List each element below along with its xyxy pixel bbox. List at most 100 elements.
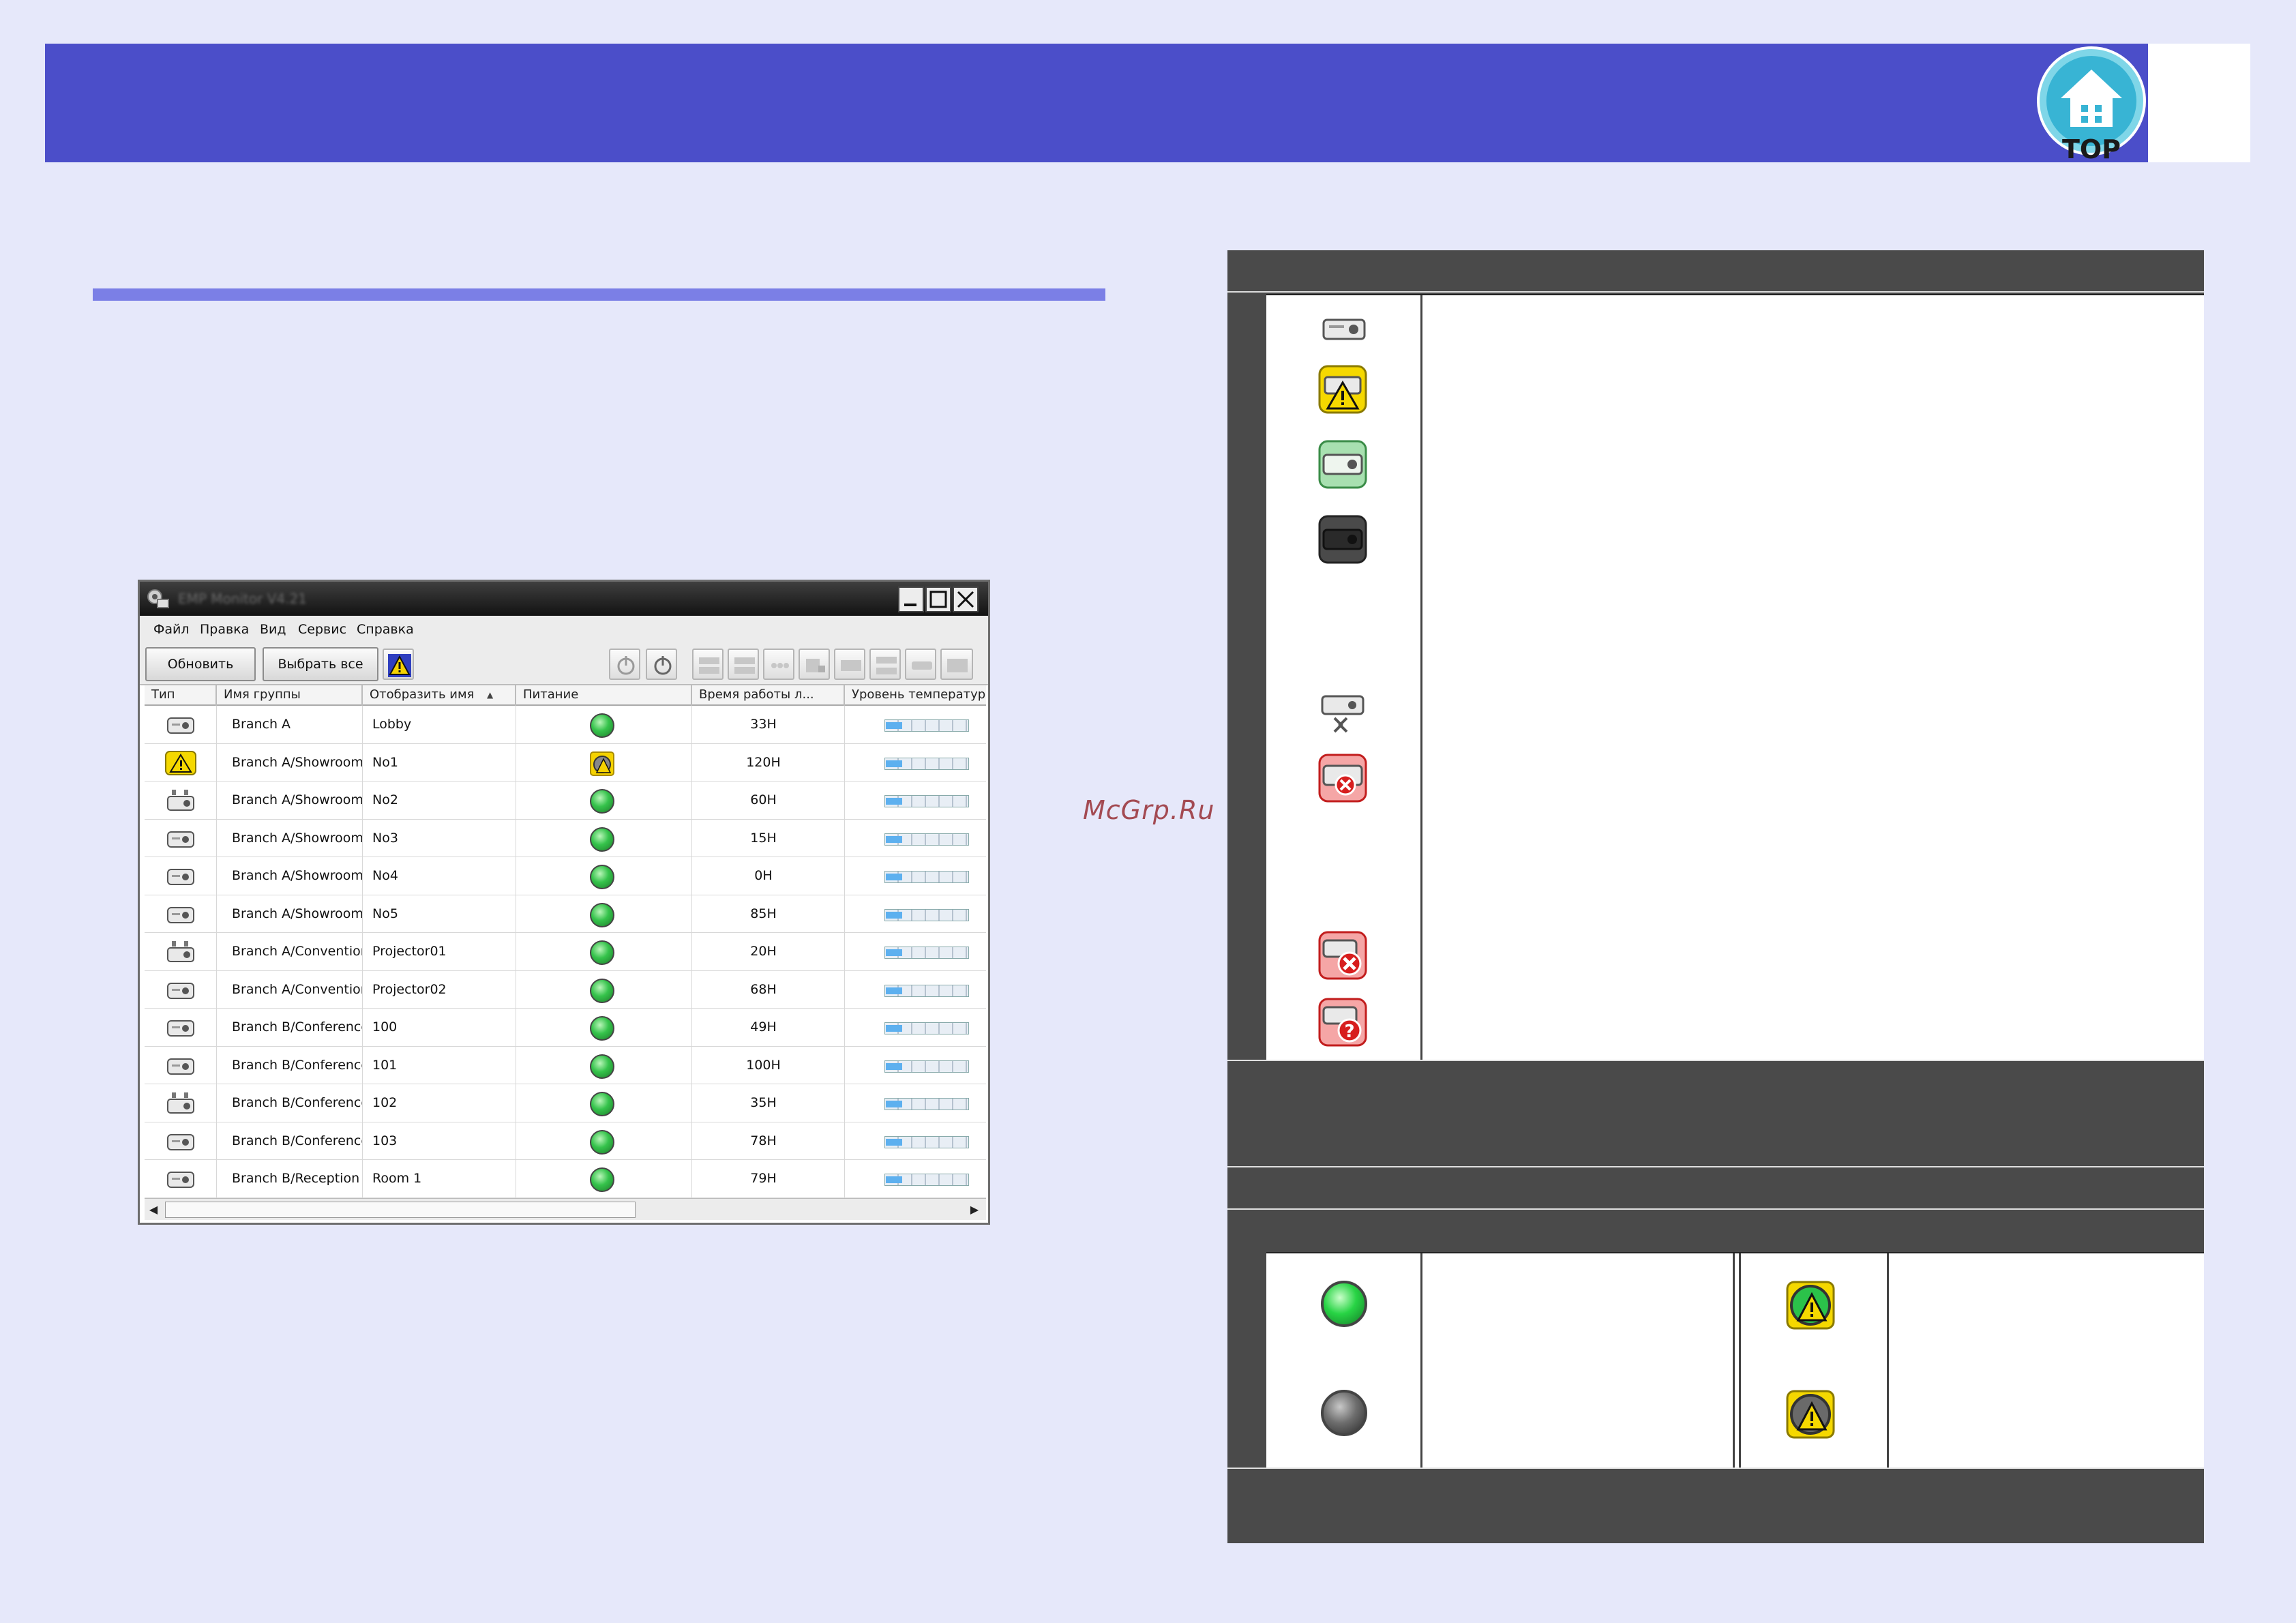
table-row[interactable]: Branch A/Showroom/No5 85H [145,895,986,933]
cell-type [145,895,217,933]
menu-service[interactable]: Сервис [298,622,346,637]
temperature-fill [886,874,902,880]
cell-type [145,933,217,970]
av-mute-button[interactable] [905,649,936,680]
table-row[interactable]: Branch A/Showroom/No1 120H [145,743,986,781]
power-on-led-icon [590,789,614,814]
table-row[interactable]: Branch B/Conference 101 100H [145,1046,986,1084]
projector-error-icon [1318,931,1367,980]
temperature-fill [886,722,902,729]
cell-temperature [845,706,986,743]
table-row[interactable]: Branch B/Conference 100 49H [145,1009,986,1047]
close-button[interactable] [953,586,979,612]
cell-temperature [845,1084,986,1122]
column-group-name[interactable]: Имя группы [217,685,363,706]
cell-temperature [845,781,986,819]
table-row[interactable]: Branch A/Showroom/No3 15H [145,819,986,857]
column-lamp-hours[interactable]: Время работы л... [692,685,845,706]
horizontal-scrollbar[interactable]: ◀ ▶ [145,1198,986,1220]
power-on-led-icon [590,978,614,1003]
column-type[interactable]: Тип [145,685,217,706]
source-computer1-button[interactable] [692,649,724,680]
cell-display-name: Lobby [363,706,516,743]
sort-ascending-icon: ▲ [487,690,494,700]
cell-group-name: Branch A/Showroom/ [217,857,363,895]
temperature-fill [886,835,902,843]
cell-lamp-hours: 20H [692,933,845,970]
table-row[interactable]: Branch A/Showroom/No4 0H [145,857,986,895]
cell-group-name: Branch A/Showroom/ [217,781,363,819]
temperature-bar [884,947,969,959]
projector-green-icon [1318,440,1367,489]
source-svideo-button[interactable] [799,649,830,680]
power-on-led-icon [590,940,614,965]
cell-temperature [845,1160,986,1197]
table-row[interactable]: Branch A/Conventior Projector02 68H [145,970,986,1009]
table-row[interactable]: Branch B/Conference 102 35H [145,1084,986,1122]
column-power[interactable]: Питание [516,685,692,706]
projector-disconnect-icon [1318,754,1367,803]
temperature-fill [886,1138,902,1146]
refresh-button[interactable]: Обновить [145,647,256,681]
column-temperature[interactable]: Уровень температур [845,685,986,706]
projector-warning-icon [165,750,196,775]
table-row[interactable]: Branch A/Showroom/No2 60H [145,781,986,820]
select-all-button[interactable]: Выбрать все [263,647,378,681]
cell-group-name: Branch A/Conventior [217,970,363,1009]
more-button[interactable] [940,649,973,680]
cell-temperature [845,857,986,895]
cell-display-name: 103 [363,1122,516,1160]
cell-temperature [845,1122,986,1160]
source-video-button[interactable] [763,649,794,680]
power-on-button[interactable] [609,649,640,680]
temperature-fill [886,1025,902,1032]
projector-warning-icon [1318,365,1367,414]
menu-file[interactable]: Файл [153,622,190,637]
temperature-bar [884,795,969,807]
temperature-fill [886,760,902,767]
cell-power [516,933,692,970]
scrollbar-thumb[interactable] [165,1202,636,1218]
toolbar: Обновить Выбрать все [140,642,988,685]
menu-edit[interactable]: Правка [200,622,249,637]
cell-lamp-hours: 78H [692,1122,845,1160]
power-on-led-icon [590,827,614,852]
table-row[interactable]: Branch B/Reception Room 1 79H [145,1160,986,1198]
power-icon [654,656,672,675]
source-icon [699,657,719,674]
scroll-right-icon[interactable]: ▶ [967,1202,982,1217]
cell-temperature [845,744,986,781]
cell-temperature [845,933,986,970]
source-hdmi-button[interactable] [869,649,901,680]
cell-lamp-hours: 33H [692,706,845,743]
table-row[interactable]: Branch A/Conventior Projector01 20H [145,933,986,971]
temperature-fill [886,798,902,805]
source-computer2-button[interactable] [728,649,759,680]
cell-display-name: No4 [363,857,516,895]
menu-view[interactable]: Вид [260,622,286,637]
alert-filter-button[interactable] [383,649,414,680]
menu-help[interactable]: Справка [357,622,414,637]
power-icon-legend [1266,1252,2204,1468]
source-component-button[interactable] [834,649,865,680]
source-icon [734,657,755,674]
cell-display-name: 101 [363,1046,516,1084]
maximize-button[interactable] [925,586,951,612]
column-display-name[interactable]: Отобразить имя ▲ [363,685,516,706]
scroll-left-icon[interactable]: ◀ [146,1202,161,1217]
projector-icon [167,831,194,848]
top-button[interactable]: TOP [2035,44,2148,164]
app-logo-icon [147,589,169,608]
legend-panel: ? [1227,250,2204,1543]
cell-group-name: Branch B/Conference [217,1046,363,1084]
cell-type [145,819,217,857]
cell-display-name: No3 [363,819,516,857]
table-row[interactable]: Branch A Lobby 33H [145,706,986,744]
header-corner [2148,44,2250,162]
minimize-button[interactable] [898,586,924,612]
menu-bar: Файл Правка Вид Сервис Справка [140,616,988,642]
temperature-bar [884,757,969,770]
cell-type [145,781,217,819]
table-row[interactable]: Branch B/Conference 103 78H [145,1122,986,1160]
power-off-button[interactable] [646,649,677,680]
